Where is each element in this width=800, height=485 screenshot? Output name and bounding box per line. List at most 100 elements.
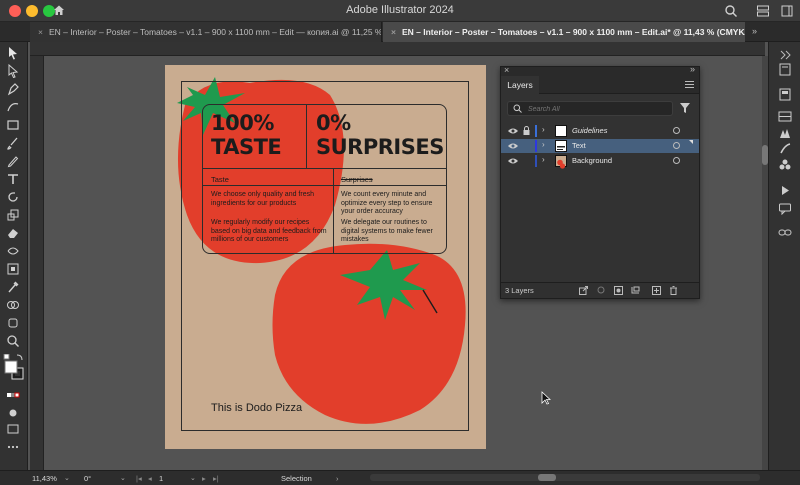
headline-right-line2[interactable]: SURPRISES: [316, 137, 444, 158]
brand-line[interactable]: This is Dodo Pizza: [211, 402, 302, 414]
panel-drag-bar[interactable]: × »: [501, 64, 699, 76]
next-artboard-icon[interactable]: ▸: [202, 473, 206, 484]
headline-left-line1[interactable]: 100%: [211, 113, 274, 134]
eye-icon[interactable]: [508, 142, 518, 150]
layer-name[interactable]: Background: [572, 156, 612, 165]
layer-row-guidelines[interactable]: › Guidelines: [501, 124, 699, 138]
expand-arrow-icon[interactable]: ›: [542, 125, 545, 134]
free-transform-tool-icon[interactable]: [5, 262, 21, 276]
surprises-body-1[interactable]: We count every minute and optimize every…: [341, 191, 441, 217]
expand-arrow-icon[interactable]: ›: [542, 140, 545, 149]
delete-layer-icon[interactable]: [669, 286, 678, 295]
headline-left-line2[interactable]: TASTE: [211, 137, 282, 158]
eraser-tool-icon[interactable]: [5, 226, 21, 240]
zoom-dropdown-icon[interactable]: ⌄: [64, 474, 70, 482]
new-sublayer-icon[interactable]: [631, 286, 640, 295]
artboard-number[interactable]: 1: [159, 473, 163, 484]
vertical-ruler[interactable]: [30, 56, 44, 470]
tab-overflow-icon[interactable]: »: [752, 26, 757, 36]
rotate-tool-icon[interactable]: [5, 190, 21, 204]
pencil-tool-icon[interactable]: [5, 154, 21, 168]
dock-collapse-icon[interactable]: [778, 48, 792, 61]
draw-mode-icon[interactable]: [5, 406, 21, 420]
artboard-dropdown-icon[interactable]: ⌄: [190, 474, 196, 482]
layer-name[interactable]: Text: [572, 141, 586, 150]
target-icon[interactable]: [673, 142, 680, 149]
layers-search-box[interactable]: [507, 101, 673, 116]
symbol-sprayer-tool-icon[interactable]: [5, 316, 21, 330]
tab-close-icon[interactable]: ×: [38, 27, 43, 37]
surprises-body-2[interactable]: We delegate our routines to digital syst…: [341, 219, 441, 245]
last-artboard-icon[interactable]: ▸|: [213, 473, 219, 484]
direct-selection-tool-icon[interactable]: [5, 64, 21, 78]
panel-menu-icon[interactable]: [685, 80, 694, 89]
libraries-icon[interactable]: [778, 88, 792, 101]
document-tab-active[interactable]: × EN – Interior – Poster – Tomatoes – v1.…: [383, 22, 745, 42]
arrange-documents-icon[interactable]: [756, 4, 770, 18]
brushes-icon[interactable]: [778, 142, 792, 155]
zoom-tool-icon[interactable]: [5, 334, 21, 348]
export-icon[interactable]: [579, 286, 588, 295]
status-tool-mode[interactable]: Selection: [281, 473, 312, 484]
layer-row-background[interactable]: › Background: [501, 154, 699, 169]
links-icon[interactable]: [778, 226, 792, 239]
expand-arrow-icon[interactable]: ›: [542, 155, 545, 164]
rotation-dropdown-icon[interactable]: ⌄: [120, 474, 126, 482]
column-label-surprises[interactable]: Surprises: [341, 175, 373, 184]
rotation-value[interactable]: 0°: [84, 473, 91, 484]
filter-icon[interactable]: [680, 103, 690, 113]
fill-stroke-swatch-icon[interactable]: [3, 354, 25, 384]
actions-play-icon[interactable]: [778, 184, 792, 197]
lock-icon[interactable]: [523, 126, 530, 135]
symbols-icon[interactable]: [778, 158, 792, 171]
home-icon[interactable]: [52, 3, 66, 17]
layer-name[interactable]: Guidelines: [572, 126, 607, 135]
document-tab-copy[interactable]: × EN – Interior – Poster – Tomatoes – v1.…: [30, 22, 382, 42]
layer-row-text[interactable]: › Text: [501, 139, 699, 153]
scale-tool-icon[interactable]: [5, 208, 21, 222]
locate-object-icon[interactable]: [597, 286, 606, 295]
pen-tool-icon[interactable]: [5, 82, 21, 96]
tab-layers[interactable]: Layers: [501, 76, 539, 94]
horizontal-scroll-thumb[interactable]: [538, 474, 556, 481]
curvature-tool-icon[interactable]: [5, 100, 21, 114]
swatches-icon[interactable]: [778, 126, 792, 139]
clipping-mask-icon[interactable]: [614, 286, 623, 295]
type-tool-icon[interactable]: [5, 172, 21, 186]
eyedropper-tool-icon[interactable]: [5, 280, 21, 294]
new-layer-icon[interactable]: [652, 286, 661, 295]
workspace-switcher-icon[interactable]: [780, 4, 794, 18]
layers-dock-icon[interactable]: [778, 110, 792, 123]
selection-tool-icon[interactable]: [6, 46, 20, 60]
panel-close-icon[interactable]: ×: [504, 65, 509, 75]
rectangle-tool-icon[interactable]: [5, 118, 21, 132]
search-icon[interactable]: [724, 4, 738, 18]
horizontal-scrollbar[interactable]: [370, 474, 760, 481]
tab-close-icon[interactable]: ×: [391, 27, 396, 37]
zoom-level[interactable]: 11,43%: [32, 473, 57, 484]
properties-icon[interactable]: [778, 63, 792, 76]
layers-search-input[interactable]: [528, 104, 668, 114]
column-label-taste[interactable]: Taste: [211, 175, 229, 184]
shape-builder-tool-icon[interactable]: [5, 298, 21, 312]
eye-icon[interactable]: [508, 157, 518, 165]
screen-mode-icon[interactable]: [5, 422, 21, 436]
comments-icon[interactable]: [778, 202, 792, 215]
horizontal-ruler[interactable]: [30, 42, 765, 56]
paintbrush-tool-icon[interactable]: [5, 136, 21, 150]
color-mode-icon[interactable]: [5, 389, 21, 403]
taste-body-2[interactable]: We regularly modify our recipes based on…: [211, 219, 329, 245]
panel-collapse-icon[interactable]: »: [690, 64, 695, 74]
prev-artboard-icon[interactable]: ◂: [148, 473, 152, 484]
taste-body-1[interactable]: We choose only quality and fresh ingredi…: [211, 191, 326, 208]
close-window-button[interactable]: [9, 5, 21, 17]
more-tools-icon[interactable]: [5, 440, 21, 454]
target-icon[interactable]: [673, 127, 680, 134]
target-icon[interactable]: [673, 157, 680, 164]
eye-icon[interactable]: [508, 127, 518, 135]
width-tool-icon[interactable]: [5, 244, 21, 258]
status-menu-arrow-icon[interactable]: ›: [336, 473, 339, 484]
minimize-window-button[interactable]: [26, 5, 38, 17]
first-artboard-icon[interactable]: |◂: [136, 473, 142, 484]
headline-right-line1[interactable]: 0%: [316, 113, 351, 134]
